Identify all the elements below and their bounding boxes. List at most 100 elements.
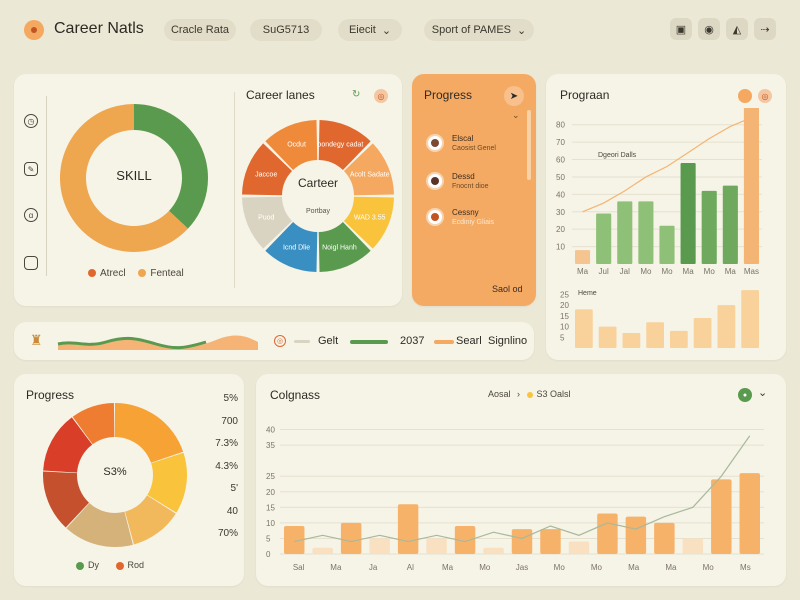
avatar: [426, 172, 444, 190]
y-tick-label: 50: [556, 173, 565, 182]
target-icon[interactable]: ◎: [758, 89, 772, 103]
legend-label: Rod: [127, 560, 145, 570]
timeline-green-bar: [350, 340, 388, 344]
x-tick-label: Ma: [330, 563, 342, 572]
filter-pill-label: Cracle Rata: [170, 24, 230, 36]
bar: [575, 250, 591, 264]
progress-bottom-legend: Dy Rod: [76, 560, 144, 570]
bar: [722, 185, 738, 264]
y-tick-label: 10: [560, 323, 569, 332]
bar: [622, 333, 641, 348]
x-tick-label: Mo: [479, 563, 491, 572]
timeline-label: Gelt: [318, 335, 339, 347]
bar: [680, 163, 696, 264]
edit-icon[interactable]: ✎: [24, 162, 38, 176]
y-tick-label: 35: [266, 441, 275, 450]
timeline-marker-icon[interactable]: ◎: [274, 335, 286, 347]
program-card-title: Prograan: [560, 88, 610, 102]
bar: [701, 190, 717, 264]
apple-icon[interactable]: ɑ: [24, 208, 38, 222]
chevron-down-icon[interactable]: ⌄: [512, 110, 520, 121]
career-lanes-wheel: Ibondegy cadat Acolt Sadate WAD 3.55 Noigl …: [242, 120, 394, 272]
trend-line: [294, 435, 751, 543]
career-center-sub: Portbay: [305, 208, 331, 215]
progress-item-sub: Fnocnt dioe: [452, 183, 489, 190]
progress-value: 5%: [223, 393, 238, 404]
bar: [625, 516, 647, 554]
page-title: Career Natls: [54, 20, 144, 37]
x-tick-label: Ma: [442, 563, 454, 572]
progress-item[interactable]: Dessd Fnocnt dioe: [426, 172, 526, 196]
x-tick-label: Mas: [744, 267, 759, 276]
bar: [638, 201, 654, 264]
badge-icon[interactable]: ◉: [698, 18, 720, 40]
progress-value: 70%: [217, 528, 238, 539]
app-logo-icon: [24, 20, 44, 40]
filter-pill-2[interactable]: SuG5713: [250, 19, 322, 41]
progress-bottom-title: Progress: [26, 388, 75, 402]
progress-item-name: Elscal: [452, 134, 474, 143]
leaf-icon[interactable]: ●: [738, 388, 752, 402]
y-tick-label: 25: [266, 472, 275, 481]
bar: [426, 538, 447, 554]
x-tick-label: Jul: [599, 267, 609, 276]
filter-pill-3[interactable]: Eiecit ⌄: [338, 19, 402, 41]
filter-pill-label: Eiecit: [348, 24, 376, 36]
x-tick-label: Jal: [620, 267, 630, 276]
refresh-icon[interactable]: ↻: [352, 89, 366, 103]
bar: [711, 479, 732, 554]
y-tick-label: 40: [266, 426, 275, 435]
program-chart: 10 20 30 40 50 60 70 80 Ma Jul Jal Mo Mo Ma Mo Ma Mas: [556, 108, 762, 276]
filter-pill-1[interactable]: Cracle Rata: [164, 19, 236, 41]
timeline-year: 2037: [400, 335, 425, 347]
target-icon[interactable]: ◎: [374, 89, 388, 103]
progress-item[interactable]: Elscal Caosist Genel: [426, 134, 526, 158]
x-tick-label: Jas: [516, 563, 528, 572]
bar: [682, 538, 704, 554]
send-icon[interactable]: ➤: [504, 86, 524, 106]
chevron-down-icon[interactable]: ⌄: [758, 386, 772, 402]
share-icon[interactable]: ⇢: [754, 18, 776, 40]
x-tick-label: Mo: [703, 563, 715, 572]
wheel-segment-label: Ibondegy cadat: [315, 141, 363, 148]
clock-icon[interactable]: ◷: [24, 114, 38, 128]
career-lanes-title: Career lanes: [246, 88, 315, 102]
skill-legend: Atrecl Fenteal: [88, 268, 184, 279]
legend-item: Atrecl: [88, 268, 126, 279]
timeline-right-sub: Signlino: [488, 335, 528, 347]
y-tick-label: 80: [556, 121, 565, 130]
bar: [741, 290, 759, 348]
y-tick-label: 0: [266, 550, 271, 559]
x-tick-label: Ms: [740, 563, 751, 572]
briefcase-icon[interactable]: ▣: [670, 18, 692, 40]
progress-item[interactable]: Cessny Ecdiniy Gliais: [426, 208, 526, 232]
legend-item: Dy: [76, 560, 99, 570]
x-tick-label: Ma: [628, 563, 640, 572]
scrollbar[interactable]: [527, 110, 531, 180]
bar: [575, 309, 593, 348]
y-tick-label: 40: [556, 190, 565, 199]
colgness-legend: Aosal › S3 Oalsl: [488, 389, 571, 399]
legend-swatch-green: [76, 561, 84, 570]
chart-icon[interactable]: ◭: [726, 18, 748, 40]
legend-item: Fenteal: [138, 268, 184, 279]
bar: [568, 541, 590, 554]
legend-swatch-orange-red: [88, 269, 96, 278]
progress-value: 40: [226, 505, 238, 517]
sun-icon[interactable]: [738, 89, 752, 103]
bar: [597, 513, 618, 554]
chevron-right-icon: ›: [517, 389, 521, 399]
y-tick-label: 70: [556, 138, 565, 147]
career-center-title: Carteer: [297, 176, 338, 190]
progress-right-labels: 5% 700 7.3% 4.3% 5' 40 70%: [206, 388, 238, 546]
wheel-center: [284, 162, 352, 230]
progress-item-sub: Caosist Genel: [452, 145, 496, 152]
bar: [312, 547, 333, 554]
filter-pill-4[interactable]: Sport of PAMES ⌄: [424, 19, 534, 41]
legend-label: Dy: [88, 560, 99, 570]
legend-swatch-yellow: [526, 391, 533, 398]
legend-label: S3 Oalsl: [536, 389, 571, 399]
x-tick-label: Mo: [661, 267, 673, 276]
folder-icon[interactable]: [24, 256, 38, 270]
legend-label: Aosal: [488, 389, 511, 399]
